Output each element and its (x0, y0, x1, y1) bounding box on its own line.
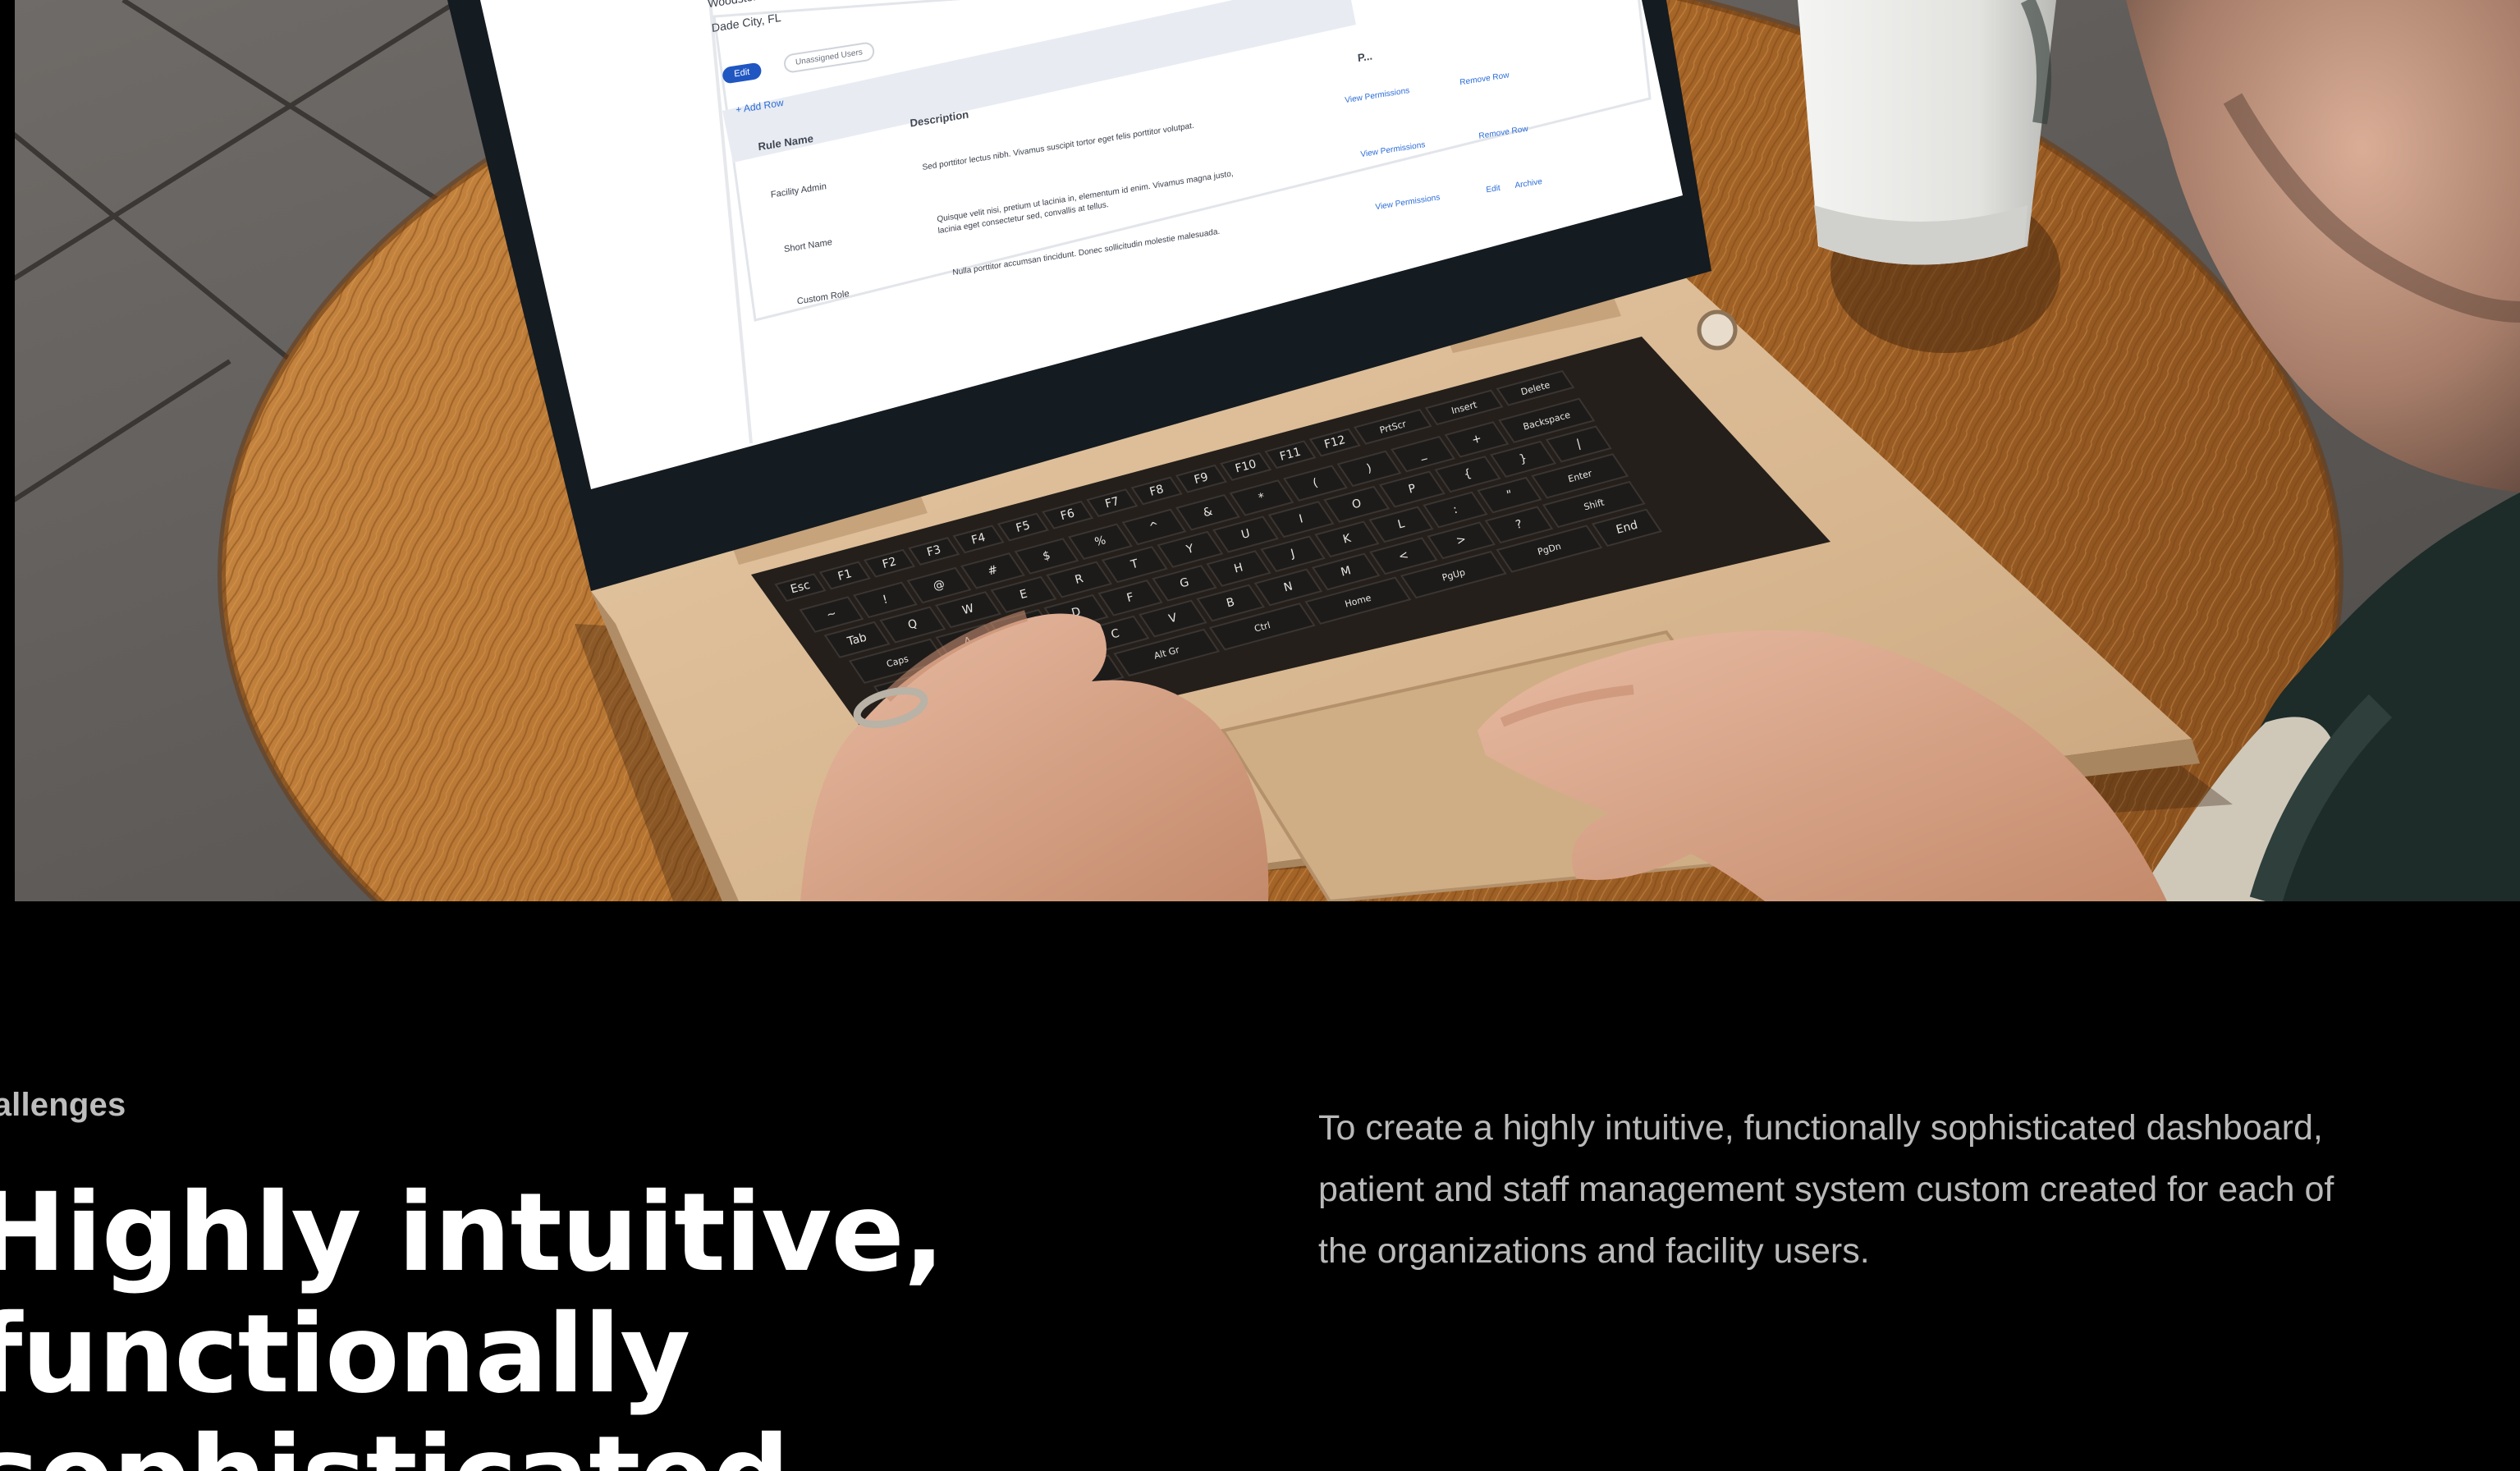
section-eyebrow: Challenges (0, 1087, 126, 1123)
hero-photo: Esc F1 F2 F3 F4 F5 F6 F7 F8 F9 F10 F11 F12 PrtScr Inse… (0, 0, 2520, 901)
hero-illustration: EscF1F2F3F4F5F6F7F8F9F10F11F12PrtScrInse… (0, 0, 2520, 901)
left-edge (0, 0, 15, 901)
headline-line-1: Highly intuitive, (0, 1170, 945, 1296)
column-permissions: P... (1357, 49, 1373, 65)
challenges-section: Challenges Highly intuitive, functionall… (0, 901, 2520, 1471)
section-headline: Highly intuitive, functionally sophistic… (0, 1172, 1125, 1471)
section-description: To create a highly intuitive, functional… (1318, 1108, 2334, 1271)
headline-line-2: functionally (0, 1291, 690, 1418)
headline-line-3: sophisticated (0, 1415, 1125, 1471)
